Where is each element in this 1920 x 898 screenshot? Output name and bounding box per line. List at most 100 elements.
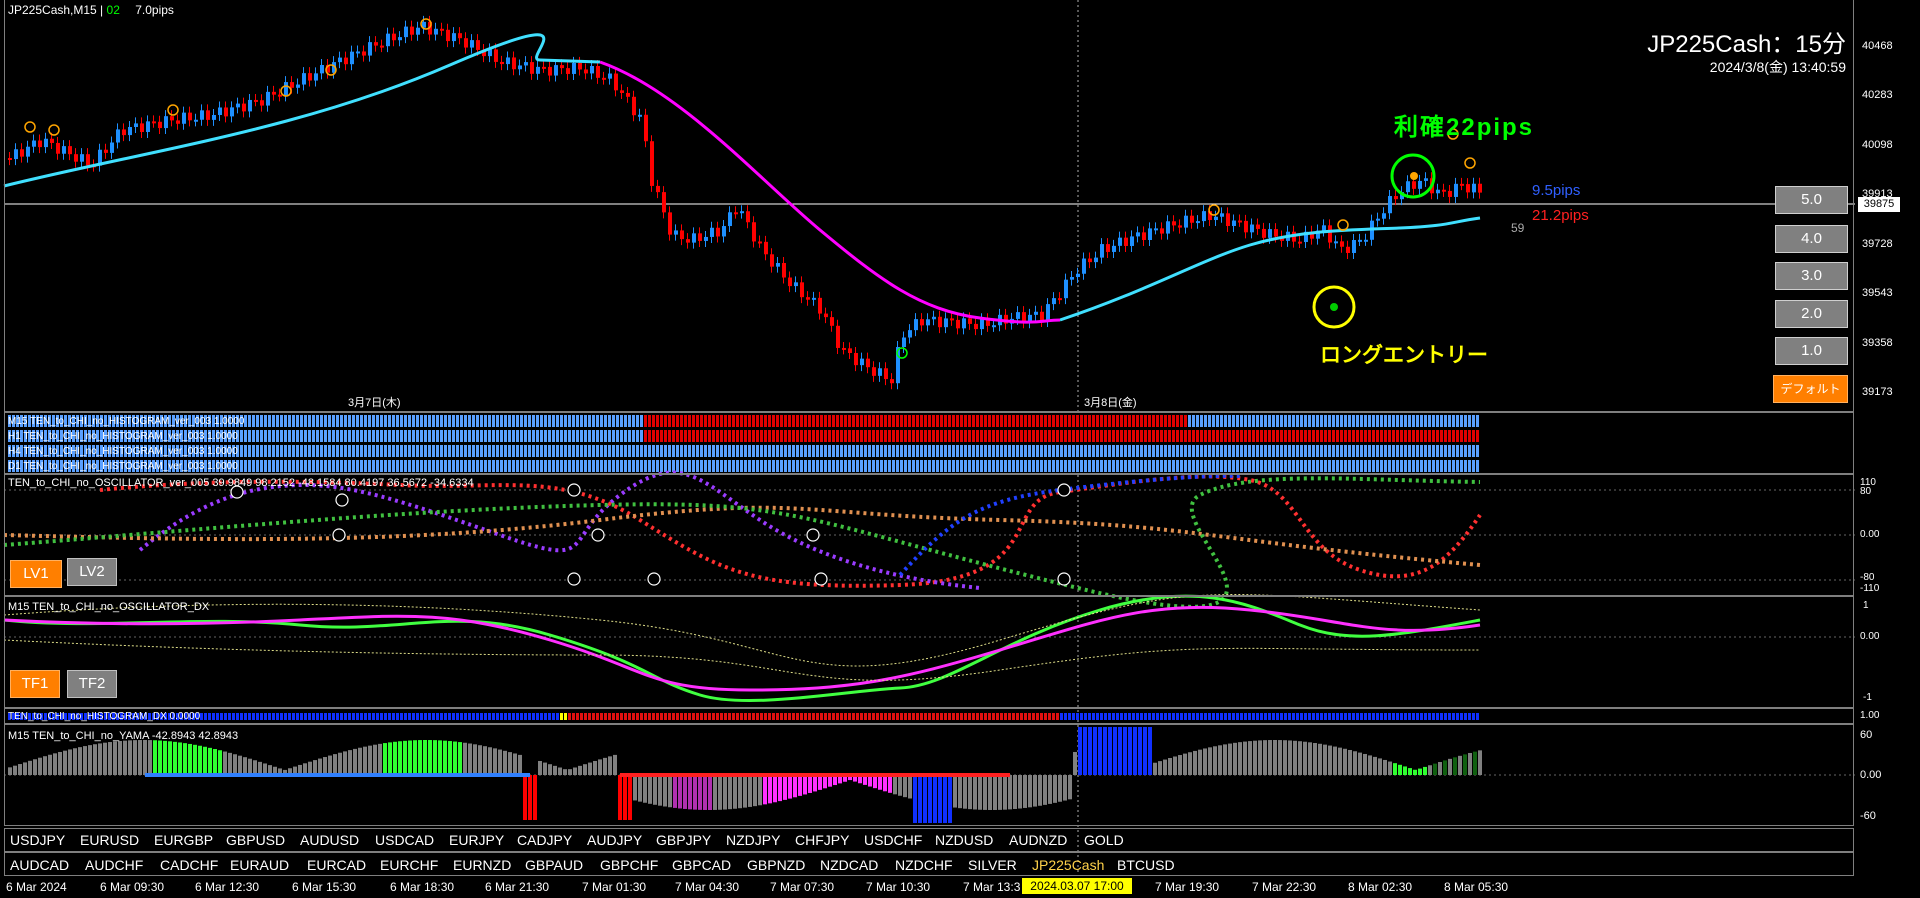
- long-entry-label: ロングエントリー: [1320, 344, 1488, 367]
- time-label: 7 Mar 10:30: [866, 880, 931, 894]
- histogram-row-title: H1 TEN_to_CHI_no_HISTOGRAM_ver_003 1.000…: [8, 431, 238, 442]
- main-chart-panel[interactable]: [4, 0, 1854, 412]
- time-label: 6 Mar 2024: [6, 880, 67, 894]
- symbol-label[interactable]: AUDCAD: [10, 857, 69, 873]
- scale-button-1[interactable]: 1.0: [1775, 337, 1848, 365]
- date-label-fri: 3月8日(金): [1084, 397, 1137, 409]
- osc-level: -110: [1860, 583, 1880, 594]
- histogram-row-title: M15 TEN_to_CHI_no_HISTOGRAM_ver_003 1.00…: [8, 416, 245, 427]
- histogram-panel: [4, 412, 1854, 474]
- time-label: 7 Mar 04:30: [675, 880, 740, 894]
- osc-level: 80: [1860, 486, 1872, 497]
- symbol-label[interactable]: AUDJPY: [587, 832, 642, 848]
- histogram-dx-title: TEN_to_CHI_no_HISTOGRAM_DX 0.0000: [8, 711, 201, 722]
- time-label: 7 Mar 13:3: [963, 880, 1021, 894]
- osc-level: -80: [1860, 572, 1875, 583]
- histogram-dx-level: 1.00: [1860, 710, 1880, 721]
- tf2-button[interactable]: TF2: [67, 670, 117, 698]
- current-price-box: 39875: [1858, 197, 1900, 212]
- oscillator-dx-title: M15 TEN_to_CHI_no_OSCILLATOR_DX: [8, 601, 210, 613]
- symbol-label[interactable]: GOLD: [1084, 832, 1124, 848]
- symbol-label[interactable]: GBPCAD: [672, 857, 731, 873]
- symbol-label[interactable]: CADCHF: [160, 857, 218, 873]
- yama-title: M15 TEN_to_CHI_no_YAMA -42.8943 42.8943: [8, 730, 239, 742]
- price-label: 39173: [1862, 386, 1893, 398]
- symbol-label[interactable]: EURJPY: [449, 832, 504, 848]
- time-label: 8 Mar 02:30: [1348, 880, 1413, 894]
- cursor-time-label: 2024.03.07 17:00: [1022, 878, 1132, 894]
- seconds-label: 59: [1511, 221, 1525, 235]
- symbol-label[interactable]: EURUSD: [80, 832, 139, 848]
- symbol-label[interactable]: USDCHF: [864, 832, 922, 848]
- time-label: 7 Mar 07:30: [770, 880, 835, 894]
- time-label: 6 Mar 18:30: [390, 880, 455, 894]
- symbol-label[interactable]: USDCAD: [375, 832, 434, 848]
- date-label-thu: 3月7日(木): [348, 397, 401, 409]
- time-label: 6 Mar 15:30: [292, 880, 357, 894]
- price-label: 39358: [1862, 337, 1893, 349]
- symbol-label[interactable]: NZDCAD: [820, 857, 878, 873]
- osc-level: 0.00: [1860, 529, 1880, 540]
- symbol-label[interactable]: EURCAD: [307, 857, 366, 873]
- symbol-label[interactable]: CADJPY: [517, 832, 572, 848]
- symbol-label[interactable]: AUDUSD: [300, 832, 359, 848]
- dx-level: -1: [1863, 692, 1872, 703]
- time-label: 6 Mar 09:30: [100, 880, 165, 894]
- oscillator-dx-panel[interactable]: [4, 596, 1854, 708]
- dx-level: 1: [1863, 600, 1869, 611]
- symbol-label[interactable]: GBPNZD: [747, 857, 805, 873]
- scale-button-4[interactable]: 4.0: [1775, 225, 1848, 253]
- price-label: 39543: [1862, 287, 1893, 299]
- spread-text: 7.0pips: [135, 3, 174, 17]
- take-profit-label: 利確22pips: [1394, 114, 1535, 141]
- time-label: 7 Mar 22:30: [1252, 880, 1317, 894]
- symbol-label[interactable]: AUDCHF: [85, 857, 143, 873]
- symbol-label[interactable]: EURAUD: [230, 857, 289, 873]
- scale-button-5[interactable]: 5.0: [1775, 186, 1848, 214]
- lv1-button[interactable]: LV1: [10, 560, 62, 588]
- lv2-button[interactable]: LV2: [67, 558, 117, 586]
- symbol-label[interactable]: JP225Cash: [1032, 857, 1104, 873]
- symbol-label[interactable]: NZDJPY: [726, 832, 780, 848]
- oscillator-panel[interactable]: [4, 474, 1854, 596]
- symbol-label[interactable]: GBPCHF: [600, 857, 658, 873]
- time-label: 7 Mar 01:30: [582, 880, 647, 894]
- histogram-row-title: H4 TEN_to_CHI_no_HISTOGRAM_ver_003 1.000…: [8, 446, 238, 457]
- symbol-label[interactable]: EURCHF: [380, 857, 438, 873]
- price-label: 40283: [1862, 89, 1893, 101]
- scale-button-2[interactable]: 2.0: [1775, 300, 1848, 328]
- chart-title: JP225Cash：15分: [1647, 31, 1846, 58]
- yama-panel: [4, 724, 1854, 826]
- time-label: 6 Mar 21:30: [485, 880, 550, 894]
- histogram-dx-panel: [4, 708, 1854, 724]
- symbol-label[interactable]: GBPAUD: [525, 857, 583, 873]
- dx-level: 0.00: [1860, 631, 1880, 642]
- time-label: 7 Mar 19:30: [1155, 880, 1220, 894]
- symbol-label[interactable]: GBPJPY: [656, 832, 711, 848]
- price-label: 40098: [1862, 139, 1893, 151]
- tf1-button[interactable]: TF1: [10, 670, 60, 698]
- symbol-label[interactable]: EURGBP: [154, 832, 213, 848]
- yama-level: 60: [1860, 729, 1873, 741]
- yama-level: 0.00: [1860, 769, 1882, 781]
- symbol-label[interactable]: NZDUSD: [935, 832, 993, 848]
- symbol-label[interactable]: SILVER: [968, 857, 1017, 873]
- histogram-row-title: D1 TEN_to_CHI_no_HISTOGRAM_ver_003 1.000…: [8, 461, 238, 472]
- chart-datetime: 2024/3/8(金) 13:40:59: [1709, 59, 1846, 75]
- symbol-label[interactable]: BTCUSD: [1117, 857, 1175, 873]
- chart-symbol-label: JP225Cash,M15 | 02 7.0pips: [8, 3, 174, 17]
- symbol-label[interactable]: CHFJPY: [795, 832, 849, 848]
- default-button[interactable]: デフォルト: [1773, 375, 1848, 403]
- symbol-label[interactable]: EURNZD: [453, 857, 511, 873]
- symbol-label[interactable]: AUDNZD: [1009, 832, 1067, 848]
- symbol-label[interactable]: GBPUSD: [226, 832, 285, 848]
- yama-level: -60: [1860, 810, 1876, 822]
- time-label: 8 Mar 05:30: [1444, 880, 1509, 894]
- pips-red-label: 21.2pips: [1532, 207, 1589, 224]
- symbol-label[interactable]: NZDCHF: [895, 857, 953, 873]
- symbol-label[interactable]: USDJPY: [10, 832, 65, 848]
- price-label: 40468: [1862, 40, 1893, 52]
- pips-blue-label: 9.5pips: [1532, 182, 1581, 199]
- scale-button-3[interactable]: 3.0: [1775, 262, 1848, 290]
- time-label: 6 Mar 12:30: [195, 880, 260, 894]
